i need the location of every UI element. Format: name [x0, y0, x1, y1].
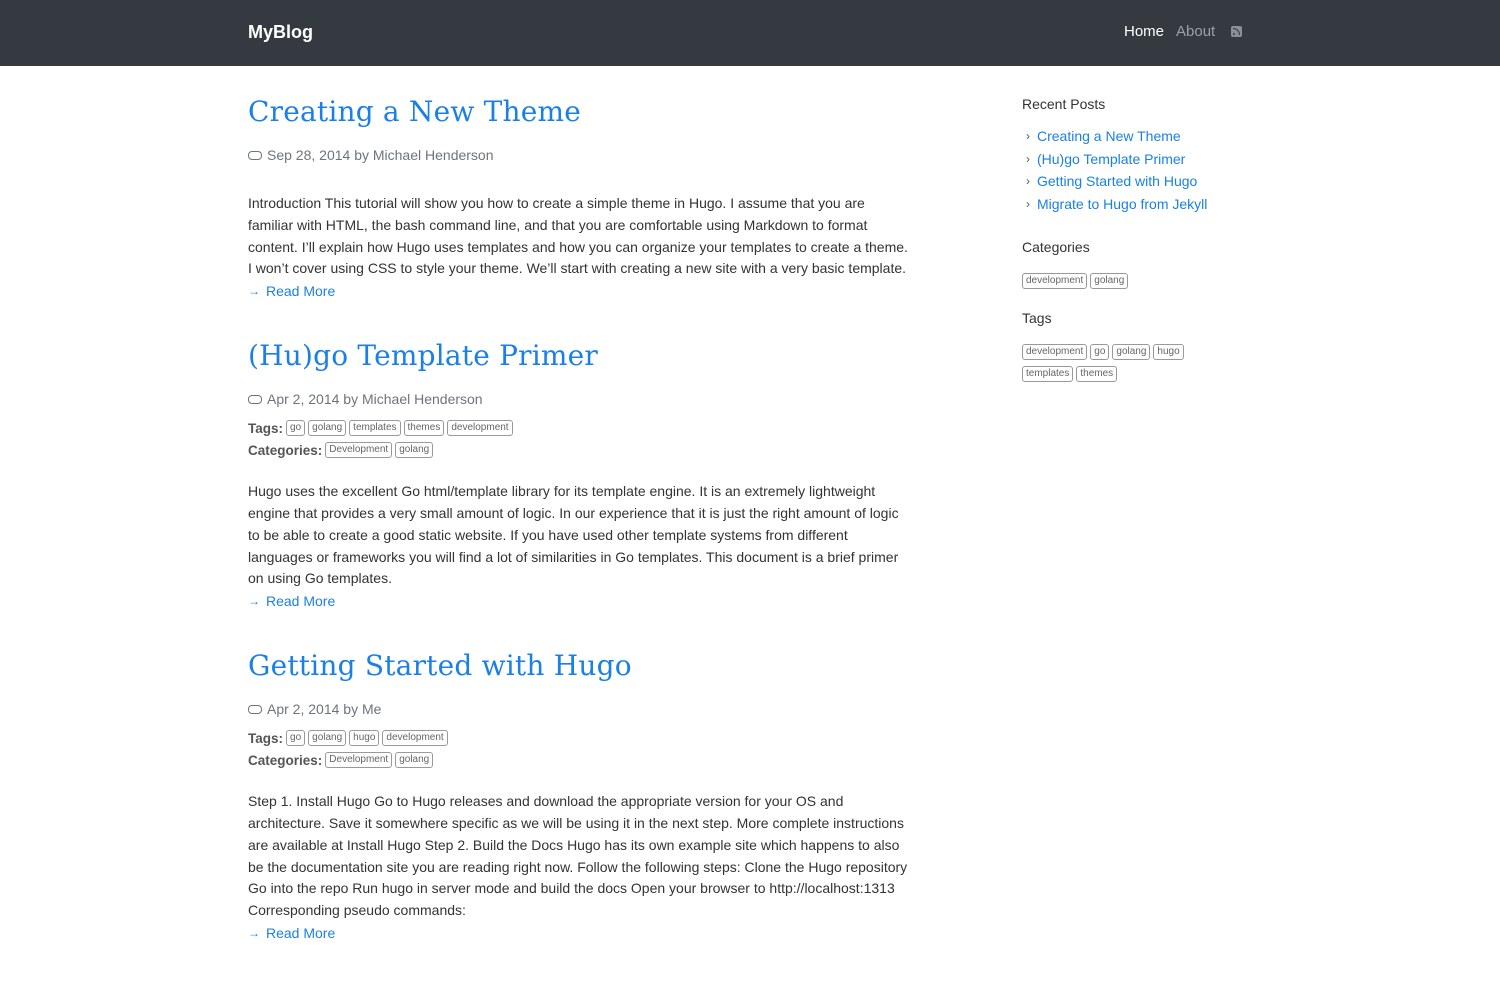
- recent-posts-widget: Recent Posts › Creating a New Theme › (Hu)…: [1022, 96, 1252, 215]
- post-title-link[interactable]: Creating a New Theme: [248, 92, 913, 132]
- post-by: by: [343, 391, 359, 408]
- tag-badge[interactable]: hugo: [349, 730, 380, 747]
- categories-widget: Categories development golang: [1022, 239, 1252, 290]
- link-icon: [248, 150, 262, 160]
- category-badge[interactable]: Development: [325, 752, 393, 769]
- chevron-right-icon: ›: [1026, 197, 1030, 212]
- category-badge[interactable]: development: [1022, 273, 1088, 290]
- post-item: Creating a New Theme Sep 28, 2014 by Mic…: [248, 92, 913, 302]
- tag-badge[interactable]: go: [1090, 344, 1110, 361]
- tags-badges: development go golang hugo templates themes: [1022, 339, 1252, 383]
- post-title-link[interactable]: (Hu)go Template Primer: [248, 336, 913, 376]
- post-author: Michael Henderson: [361, 391, 483, 408]
- tag-badge[interactable]: templates: [349, 420, 401, 437]
- arrow-right-icon: →: [248, 925, 260, 940]
- recent-post-label: Creating a New Theme: [1037, 128, 1181, 145]
- recent-post-link[interactable]: › Migrate to Hugo from Jekyll: [1022, 193, 1252, 216]
- nav-links: Home About: [1124, 23, 1243, 40]
- post-author: Michael Henderson: [372, 147, 494, 163]
- tag-badge[interactable]: development: [382, 730, 448, 747]
- post-date: Sep 28, 2014: [267, 147, 351, 163]
- nav-about-link[interactable]: About: [1176, 23, 1215, 40]
- post-meta: Apr 2, 2014 by Michael Henderson: [248, 389, 913, 409]
- recent-post-label: Migrate to Hugo from Jekyll: [1037, 196, 1208, 213]
- category-badge[interactable]: golang: [395, 442, 434, 459]
- recent-post-link[interactable]: › Getting Started with Hugo: [1022, 170, 1252, 193]
- categories-badges: development golang: [1022, 268, 1252, 290]
- chevron-right-icon: ›: [1026, 129, 1030, 144]
- nav-home-link[interactable]: Home: [1124, 23, 1164, 40]
- post-meta: Apr 2, 2014 by Me: [248, 699, 913, 719]
- read-more-label: Read More: [266, 593, 336, 610]
- tag-badge[interactable]: golang: [308, 420, 347, 437]
- post-taxonomies: Tags: go golang templates themes develop…: [248, 417, 913, 461]
- post-title-link[interactable]: Getting Started with Hugo: [248, 646, 913, 686]
- link-icon: [248, 394, 262, 404]
- sidebar: Recent Posts › Creating a New Theme › (Hu)…: [1022, 96, 1252, 403]
- brand-link[interactable]: MyBlog: [248, 22, 313, 43]
- tag-badge[interactable]: templates: [1022, 366, 1074, 383]
- recent-posts-list: › Creating a New Theme › (Hu)go Template P…: [1022, 125, 1252, 215]
- tag-badge[interactable]: golang: [1112, 344, 1151, 361]
- tags-label: Tags:: [248, 420, 284, 436]
- recent-posts-title: Recent Posts: [1022, 96, 1106, 112]
- arrow-right-icon: →: [248, 594, 260, 609]
- recent-post-link[interactable]: › (Hu)go Template Primer: [1022, 148, 1252, 171]
- read-more-link[interactable]: → Read More: [248, 590, 913, 612]
- read-more-link[interactable]: → Read More: [248, 922, 913, 944]
- chevron-right-icon: ›: [1026, 174, 1030, 189]
- post-categories: Categories: Development golang: [248, 749, 913, 771]
- read-more-label: Read More: [266, 283, 336, 300]
- tags-widget: Tags development go golang hugo templates th…: [1022, 310, 1252, 383]
- rss-icon[interactable]: [1231, 26, 1243, 37]
- post-item: (Hu)go Template Primer Apr 2, 2014 by Mi…: [248, 336, 913, 612]
- read-more-label: Read More: [266, 924, 336, 941]
- category-badge[interactable]: golang: [1090, 273, 1129, 290]
- post-summary: Step 1. Install Hugo Go to Hugo releases…: [248, 793, 908, 919]
- categories-title: Categories: [1022, 239, 1090, 256]
- tag-badge[interactable]: golang: [308, 730, 347, 747]
- tag-badge[interactable]: themes: [1076, 366, 1118, 383]
- post-author: Me: [361, 701, 382, 718]
- tags-label: Tags:: [248, 730, 284, 746]
- link-icon: [248, 704, 262, 714]
- category-badge[interactable]: golang: [395, 752, 434, 769]
- post-summary: Hugo uses the excellent Go html/template…: [248, 483, 899, 587]
- post-taxonomies: Tags: go golang hugo development Categor…: [248, 727, 913, 771]
- categories-label: Categories:: [248, 752, 323, 768]
- category-badge[interactable]: Development: [325, 442, 393, 459]
- recent-post-label: Getting Started with Hugo: [1037, 173, 1198, 190]
- post-by: by: [343, 701, 359, 718]
- post-by: by: [354, 147, 369, 163]
- tag-badge[interactable]: themes: [403, 420, 445, 437]
- tag-badge[interactable]: hugo: [1153, 344, 1184, 361]
- post-summary: Introduction This tutorial will show you…: [248, 195, 908, 277]
- tag-badge[interactable]: development: [1022, 344, 1088, 361]
- chevron-right-icon: ›: [1026, 151, 1030, 166]
- post-item: Getting Started with Hugo Apr 2, 2014 by…: [248, 646, 913, 944]
- post-meta: Sep 28, 2014 by Michael Henderson: [248, 145, 913, 165]
- post-tags: Tags: go golang templates themes develop…: [248, 417, 913, 439]
- post-date: Apr 2, 2014: [267, 391, 340, 408]
- tag-badge[interactable]: development: [447, 420, 513, 437]
- read-more-link[interactable]: → Read More: [248, 280, 913, 302]
- recent-post-link[interactable]: › Creating a New Theme: [1022, 125, 1252, 148]
- categories-label: Categories:: [248, 442, 323, 458]
- post-categories: Categories: Development golang: [248, 439, 913, 461]
- recent-post-label: (Hu)go Template Primer: [1037, 150, 1186, 167]
- post-date: Apr 2, 2014: [267, 701, 340, 718]
- tag-badge[interactable]: go: [286, 420, 306, 437]
- tag-badge[interactable]: go: [286, 730, 306, 747]
- arrow-right-icon: →: [248, 284, 260, 299]
- post-list: Creating a New Theme Sep 28, 2014 by Mic…: [248, 92, 913, 978]
- top-navbar: MyBlog Home About: [0, 0, 1500, 66]
- post-tags: Tags: go golang hugo development: [248, 727, 913, 749]
- tags-title: Tags: [1022, 310, 1052, 327]
